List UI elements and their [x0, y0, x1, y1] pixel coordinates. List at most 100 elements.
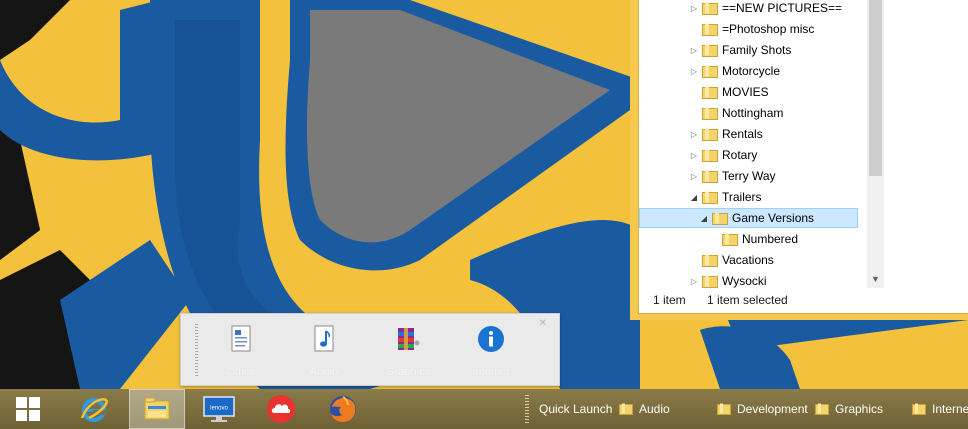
folder-icon [717, 403, 731, 415]
collapsed-arrow-icon[interactable]: ▷ [689, 277, 699, 286]
popup-item-office[interactable]: Office [206, 324, 276, 378]
folder-icon [722, 233, 738, 246]
popup-item-audio[interactable]: Audio [289, 324, 359, 378]
collapsed-arrow-icon[interactable]: ▷ [689, 130, 699, 139]
internet-explorer-icon [80, 398, 108, 422]
tree-item[interactable]: MOVIES [689, 82, 769, 102]
folder-icon [815, 403, 829, 415]
tree-item-label: MOVIES [722, 85, 769, 99]
tree-item-label: Rentals [722, 127, 763, 141]
popup-item-internet[interactable]: Internet [456, 324, 526, 378]
toolbar-label: Audio [639, 402, 670, 416]
tree-item[interactable]: Numbered [709, 229, 798, 249]
toolbar-development[interactable]: Development [717, 389, 808, 429]
toolbar-audio[interactable]: Audio [619, 389, 670, 429]
winrar-icon [398, 328, 420, 350]
scrollbar-thumb[interactable] [869, 0, 882, 176]
svg-text:lenovo: lenovo [210, 406, 228, 412]
tree-item[interactable]: ▷ Terry Way [689, 166, 776, 186]
tree-item-label: Family Shots [722, 43, 792, 57]
folder-icon [702, 65, 718, 78]
folder-icon [702, 149, 718, 162]
windows-logo-icon [16, 397, 40, 421]
tree-item-label: Numbered [742, 232, 799, 246]
popup-item-label: Office [226, 366, 256, 378]
toolbar-label: Interne [932, 402, 968, 416]
tree-item[interactable]: ▷ Rotary [689, 145, 757, 165]
popup-item-label: Audio [309, 366, 339, 378]
toolbar-label: Graphics [835, 402, 884, 416]
folder-icon [702, 128, 718, 141]
popup-item-label: Internet [472, 366, 510, 378]
collapsed-arrow-icon[interactable]: ▷ [689, 46, 699, 55]
lenovo-monitor-icon: lenovo [203, 396, 235, 422]
tree-item-label: Rotary [722, 148, 758, 162]
tree-item[interactable]: ▷ Family Shots [689, 40, 791, 60]
folder-icon [702, 44, 718, 57]
expanded-arrow-icon[interactable]: ◢ [699, 214, 709, 223]
folder-icon [912, 403, 926, 415]
tree-item-label: =Photoshop misc [722, 22, 815, 36]
tree-item[interactable]: ▷ Rentals [689, 124, 763, 144]
toolbar-graphics[interactable]: Graphics [815, 389, 883, 429]
status-item-count: 1 item [653, 293, 686, 307]
file-explorer-icon [144, 397, 170, 420]
internet-explorer-button[interactable] [66, 389, 122, 429]
tree-item-label: Terry Way [722, 169, 776, 183]
folder-icon [702, 275, 718, 288]
cloud-icon [267, 395, 295, 423]
tree-item-label: Trailers [722, 190, 762, 204]
collapsed-arrow-icon[interactable]: ▷ [689, 172, 699, 181]
cloud-button[interactable] [253, 389, 309, 429]
popup-grip[interactable] [195, 324, 198, 376]
toolbar-internet[interactable]: Interne [912, 389, 968, 429]
status-selection: 1 item selected [707, 293, 788, 307]
info-icon [478, 326, 504, 352]
tree-item[interactable]: ◢ Game Versions [639, 208, 858, 228]
collapsed-arrow-icon[interactable]: ▷ [689, 4, 699, 13]
collapsed-arrow-icon[interactable]: ▷ [689, 67, 699, 76]
popup-item-graphics[interactable]: Graphics [373, 324, 443, 378]
taskbar: lenovo Quick Launch Audio Development Gr… [0, 389, 968, 429]
quick-launch-popup: ✕ Office Audio Graphics Internet [180, 313, 560, 386]
folder-icon [702, 23, 718, 36]
folder-icon [702, 107, 718, 120]
music-note-icon [314, 325, 334, 352]
tree-item-label: Game Versions [732, 211, 815, 225]
firefox-icon [330, 396, 356, 422]
tree-item[interactable]: Nottingham [689, 103, 783, 123]
file-explorer-window: ▷ ==NEW PICTURES== =Photoshop misc ▷ Family … [630, 0, 968, 320]
tree-item-label: Motorcycle [722, 64, 781, 78]
quick-launch-label[interactable]: Quick Launch [539, 389, 612, 429]
vertical-scrollbar[interactable]: ▼ [867, 0, 884, 288]
scroll-down-arrow-icon[interactable]: ▼ [867, 272, 884, 286]
document-icon [231, 325, 251, 352]
folder-icon [619, 403, 633, 415]
navigation-tree[interactable]: ▷ ==NEW PICTURES== =Photoshop misc ▷ Family … [639, 0, 867, 288]
collapsed-arrow-icon[interactable]: ▷ [689, 151, 699, 160]
tree-item[interactable]: ▷ Wysocki [689, 271, 767, 288]
tree-item-label: Nottingham [722, 106, 784, 120]
folder-icon [702, 86, 718, 99]
quick-launch-grip[interactable] [525, 395, 529, 423]
tree-item[interactable]: ◢ Trailers [689, 187, 762, 207]
folder-icon [702, 170, 718, 183]
popup-close-icon[interactable]: ✕ [539, 318, 547, 329]
folder-icon [702, 254, 718, 267]
status-bar: 1 item 1 item selected [639, 288, 968, 312]
firefox-button[interactable] [315, 389, 371, 429]
tree-item[interactable]: =Photoshop misc [689, 19, 814, 39]
lenovo-button[interactable]: lenovo [191, 389, 247, 429]
file-explorer-button[interactable] [129, 389, 185, 429]
folder-icon [702, 191, 718, 204]
tree-item-label: ==NEW PICTURES== [722, 1, 843, 15]
toolbar-label: Development [737, 402, 808, 416]
start-button[interactable] [0, 389, 56, 429]
tree-item-label: Wysocki [722, 274, 767, 288]
tree-item[interactable]: Vacations [689, 250, 774, 270]
explorer-content: ▷ ==NEW PICTURES== =Photoshop misc ▷ Family … [638, 0, 968, 314]
tree-item[interactable]: ▷ Motorcycle [689, 61, 780, 81]
expanded-arrow-icon[interactable]: ◢ [689, 193, 699, 202]
tree-item-label: Vacations [722, 253, 774, 267]
tree-item[interactable]: ▷ ==NEW PICTURES== [689, 0, 842, 18]
